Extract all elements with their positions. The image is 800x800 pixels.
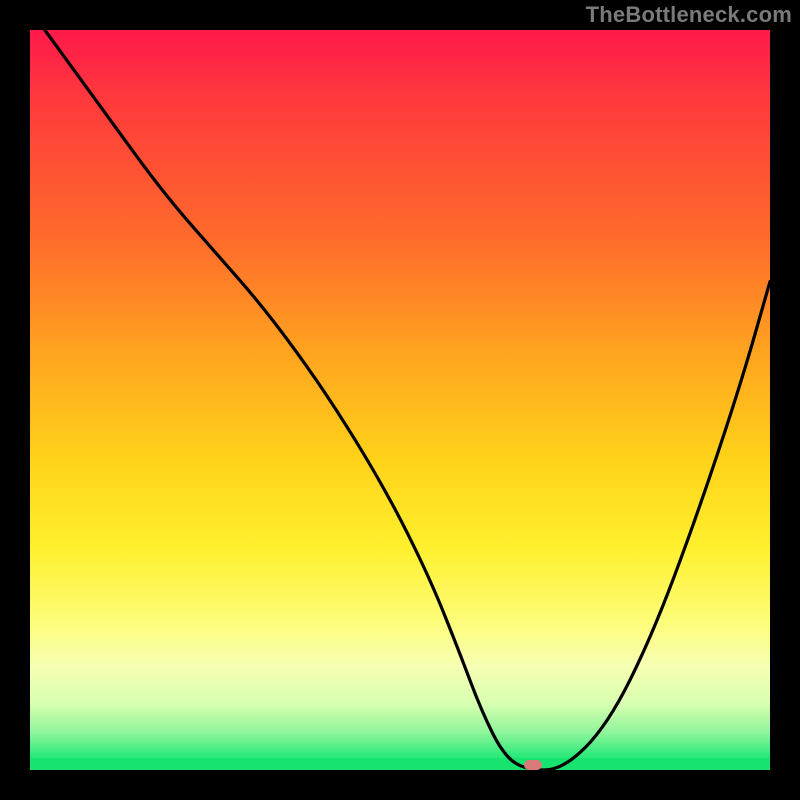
chart-frame: TheBottleneck.com <box>0 0 800 800</box>
optimal-marker <box>524 760 542 770</box>
watermark-text: TheBottleneck.com <box>586 2 792 28</box>
bottleneck-curve-path <box>45 30 770 770</box>
plot-area <box>30 30 770 770</box>
curve-svg <box>30 30 770 770</box>
